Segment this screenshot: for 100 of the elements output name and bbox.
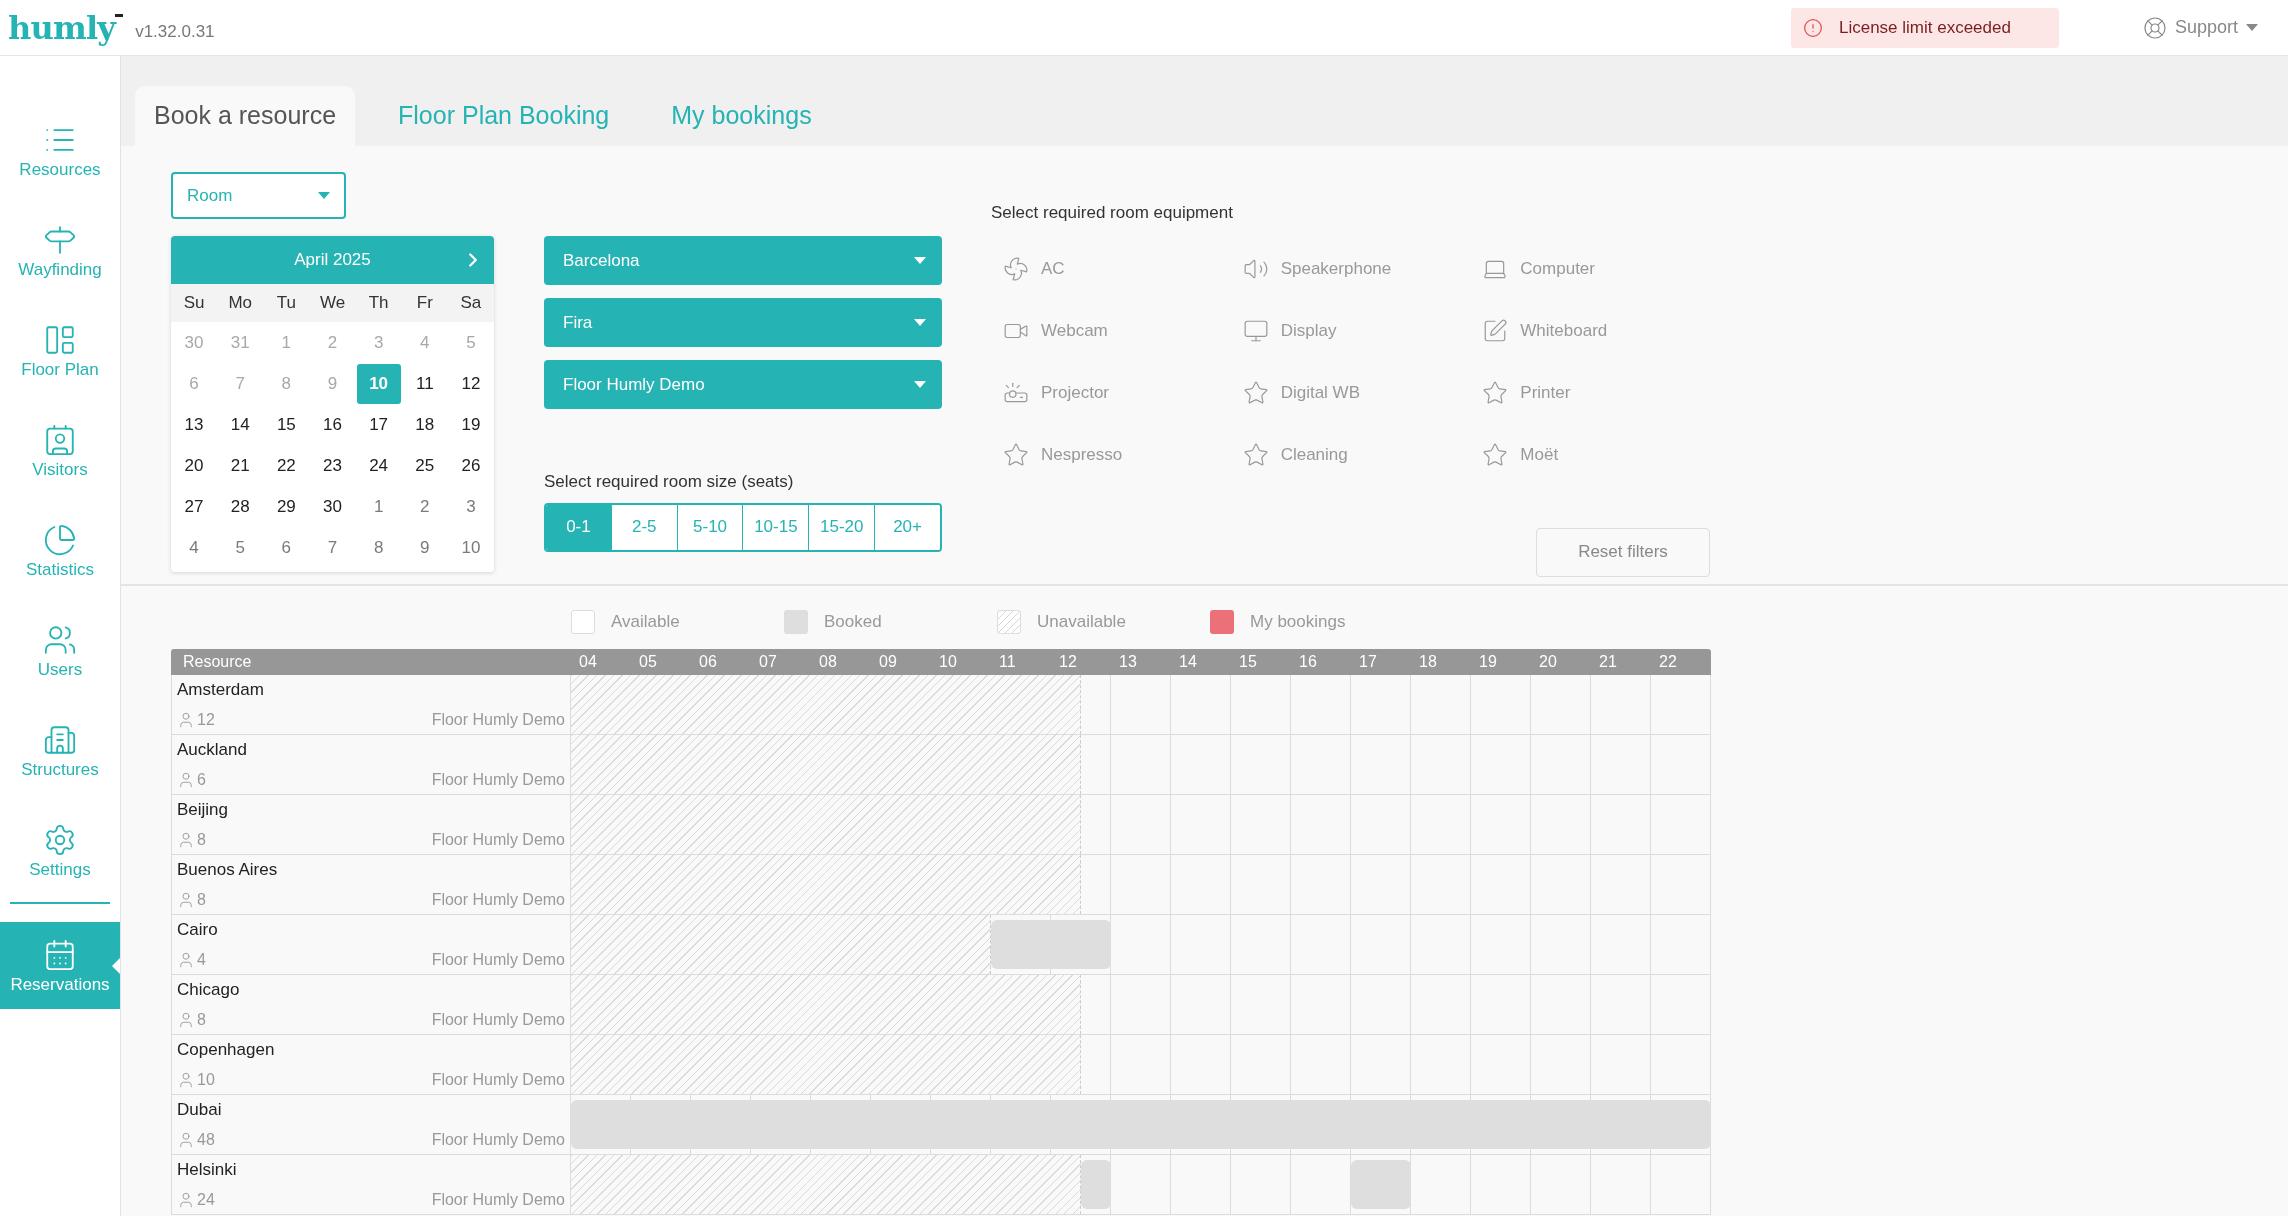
hour-label: 22: [1658, 652, 1678, 672]
calendar-day[interactable]: 25: [402, 445, 447, 486]
hour-label: 11: [998, 652, 1017, 672]
timeline-track[interactable]: [571, 795, 1711, 854]
sidebar-item[interactable]: Reservations: [0, 922, 120, 1009]
weekday-label: Th: [367, 292, 390, 315]
calendar-day[interactable]: 31: [218, 322, 263, 363]
hour-label: 20: [1538, 652, 1558, 672]
calendar-day[interactable]: 10: [448, 527, 493, 568]
calendar-day[interactable]: 30: [172, 322, 217, 363]
equipment-option[interactable]: AC: [991, 237, 1231, 300]
location-dropdown[interactable]: Barcelona: [544, 236, 942, 285]
calendar-day[interactable]: 5: [448, 322, 493, 363]
calendar-day[interactable]: 8: [356, 527, 401, 568]
calendar-day[interactable]: 9: [402, 527, 447, 568]
location-dropdown[interactable]: Fira: [544, 298, 942, 347]
sidebar-item[interactable]: Statistics: [0, 500, 120, 600]
weekday-label: Sa: [459, 292, 483, 315]
calendar-day[interactable]: 16: [310, 404, 355, 445]
equipment-option[interactable]: Cleaning: [1230, 423, 1471, 486]
calendar-day[interactable]: 15: [264, 404, 309, 445]
location-dropdown[interactable]: Floor Humly Demo: [544, 360, 942, 409]
timeline-track[interactable]: [571, 1035, 1711, 1094]
equipment-option[interactable]: Display: [1230, 299, 1471, 362]
calendar-day[interactable]: 21: [218, 445, 263, 486]
star-icon: [1242, 441, 1269, 468]
timeline-track[interactable]: [571, 975, 1711, 1034]
sidebar-item[interactable]: Wayfinding: [0, 200, 120, 300]
calendar-day[interactable]: 1: [264, 322, 309, 363]
calendar-day[interactable]: 9: [310, 363, 355, 404]
sidebar-item[interactable]: Settings: [0, 800, 120, 900]
equipment-option[interactable]: Speakerphone: [1230, 237, 1471, 300]
tab[interactable]: Book a resource: [135, 86, 356, 146]
equipment-option[interactable]: Whiteboard: [1470, 299, 1710, 362]
resource-name: Helsinki: [177, 1159, 238, 1181]
support-menu[interactable]: Support: [2142, 14, 2258, 41]
seat-count: 24: [197, 1190, 215, 1210]
sidebar-item[interactable]: Structures: [0, 700, 120, 800]
calendar-day[interactable]: 13: [172, 404, 217, 445]
sidebar-item[interactable]: Visitors: [0, 400, 120, 500]
calendar-day[interactable]: 14: [218, 404, 263, 445]
calendar-day[interactable]: 29: [264, 486, 309, 527]
booking-block[interactable]: [1081, 1160, 1111, 1209]
tab[interactable]: Floor Plan Booking: [379, 86, 629, 146]
room-size-option[interactable]: 20+: [874, 504, 940, 550]
room-size-option[interactable]: 10-15: [742, 504, 809, 550]
calendar-day[interactable]: 26: [448, 445, 493, 486]
calendar-day[interactable]: 8: [264, 363, 309, 404]
room-size-option[interactable]: 5-10: [676, 504, 743, 550]
equipment-option[interactable]: Projector: [991, 361, 1231, 424]
sidebar-item[interactable]: Floor Plan: [0, 300, 120, 400]
equipment-option[interactable]: Moët: [1470, 423, 1710, 486]
resource-type-dropdown[interactable]: Room: [171, 172, 346, 219]
calendar-day[interactable]: 28: [218, 486, 263, 527]
calendar-day[interactable]: 22: [264, 445, 309, 486]
tab[interactable]: My bookings: [652, 86, 831, 146]
timeline-track[interactable]: [571, 1155, 1711, 1214]
person-icon: [177, 1191, 195, 1209]
timeline-track[interactable]: [571, 675, 1711, 734]
reset-filters-button[interactable]: Reset filters: [1536, 527, 1710, 577]
booking-block[interactable]: [991, 920, 1111, 969]
calendar-day[interactable]: 6: [172, 363, 217, 404]
timeline-track[interactable]: [571, 855, 1711, 914]
equipment-option[interactable]: Printer: [1470, 361, 1710, 424]
hour-label: 19: [1478, 652, 1498, 672]
calendar-day[interactable]: 3: [356, 322, 401, 363]
calendar-day[interactable]: 12: [448, 363, 493, 404]
calendar-day[interactable]: 7: [218, 363, 263, 404]
calendar-day[interactable]: 4: [172, 527, 217, 568]
equipment-option[interactable]: Nespresso: [991, 423, 1231, 486]
calendar-day[interactable]: 3: [448, 486, 493, 527]
calendar-day[interactable]: 11: [402, 363, 447, 404]
sidebar-item[interactable]: Users: [0, 600, 120, 700]
room-size-option[interactable]: 15-20: [808, 504, 875, 550]
calendar-day[interactable]: 30: [310, 486, 355, 527]
calendar-day[interactable]: 7: [310, 527, 355, 568]
logo[interactable]: humly: [8, 11, 124, 44]
room-size-option[interactable]: 0-1: [546, 504, 611, 550]
calendar-day[interactable]: 6: [264, 527, 309, 568]
calendar-day[interactable]: 4: [402, 322, 447, 363]
timeline-track[interactable]: [571, 735, 1711, 794]
equipment-option[interactable]: Webcam: [991, 299, 1231, 362]
calendar-day[interactable]: 27: [172, 486, 217, 527]
calendar-day[interactable]: 23: [310, 445, 355, 486]
calendar-day[interactable]: 17: [356, 404, 401, 445]
calendar-day[interactable]: 20: [172, 445, 217, 486]
calendar-day[interactable]: 2: [402, 486, 447, 527]
sidebar-item[interactable]: Resources: [0, 100, 120, 200]
calendar-day[interactable]: 10: [356, 363, 401, 404]
equipment-option[interactable]: Digital WB: [1230, 361, 1471, 424]
timeline-track[interactable]: [571, 915, 1711, 974]
room-size-option[interactable]: 2-5: [610, 504, 677, 550]
calendar-day[interactable]: 2: [310, 322, 355, 363]
calendar-day[interactable]: 19: [448, 404, 493, 445]
calendar-day[interactable]: 18: [402, 404, 447, 445]
booking-block[interactable]: [1351, 1160, 1411, 1209]
equipment-option[interactable]: Computer: [1470, 237, 1710, 300]
calendar-day[interactable]: 1: [356, 486, 401, 527]
calendar-day[interactable]: 5: [218, 527, 263, 568]
calendar-day[interactable]: 24: [356, 445, 401, 486]
